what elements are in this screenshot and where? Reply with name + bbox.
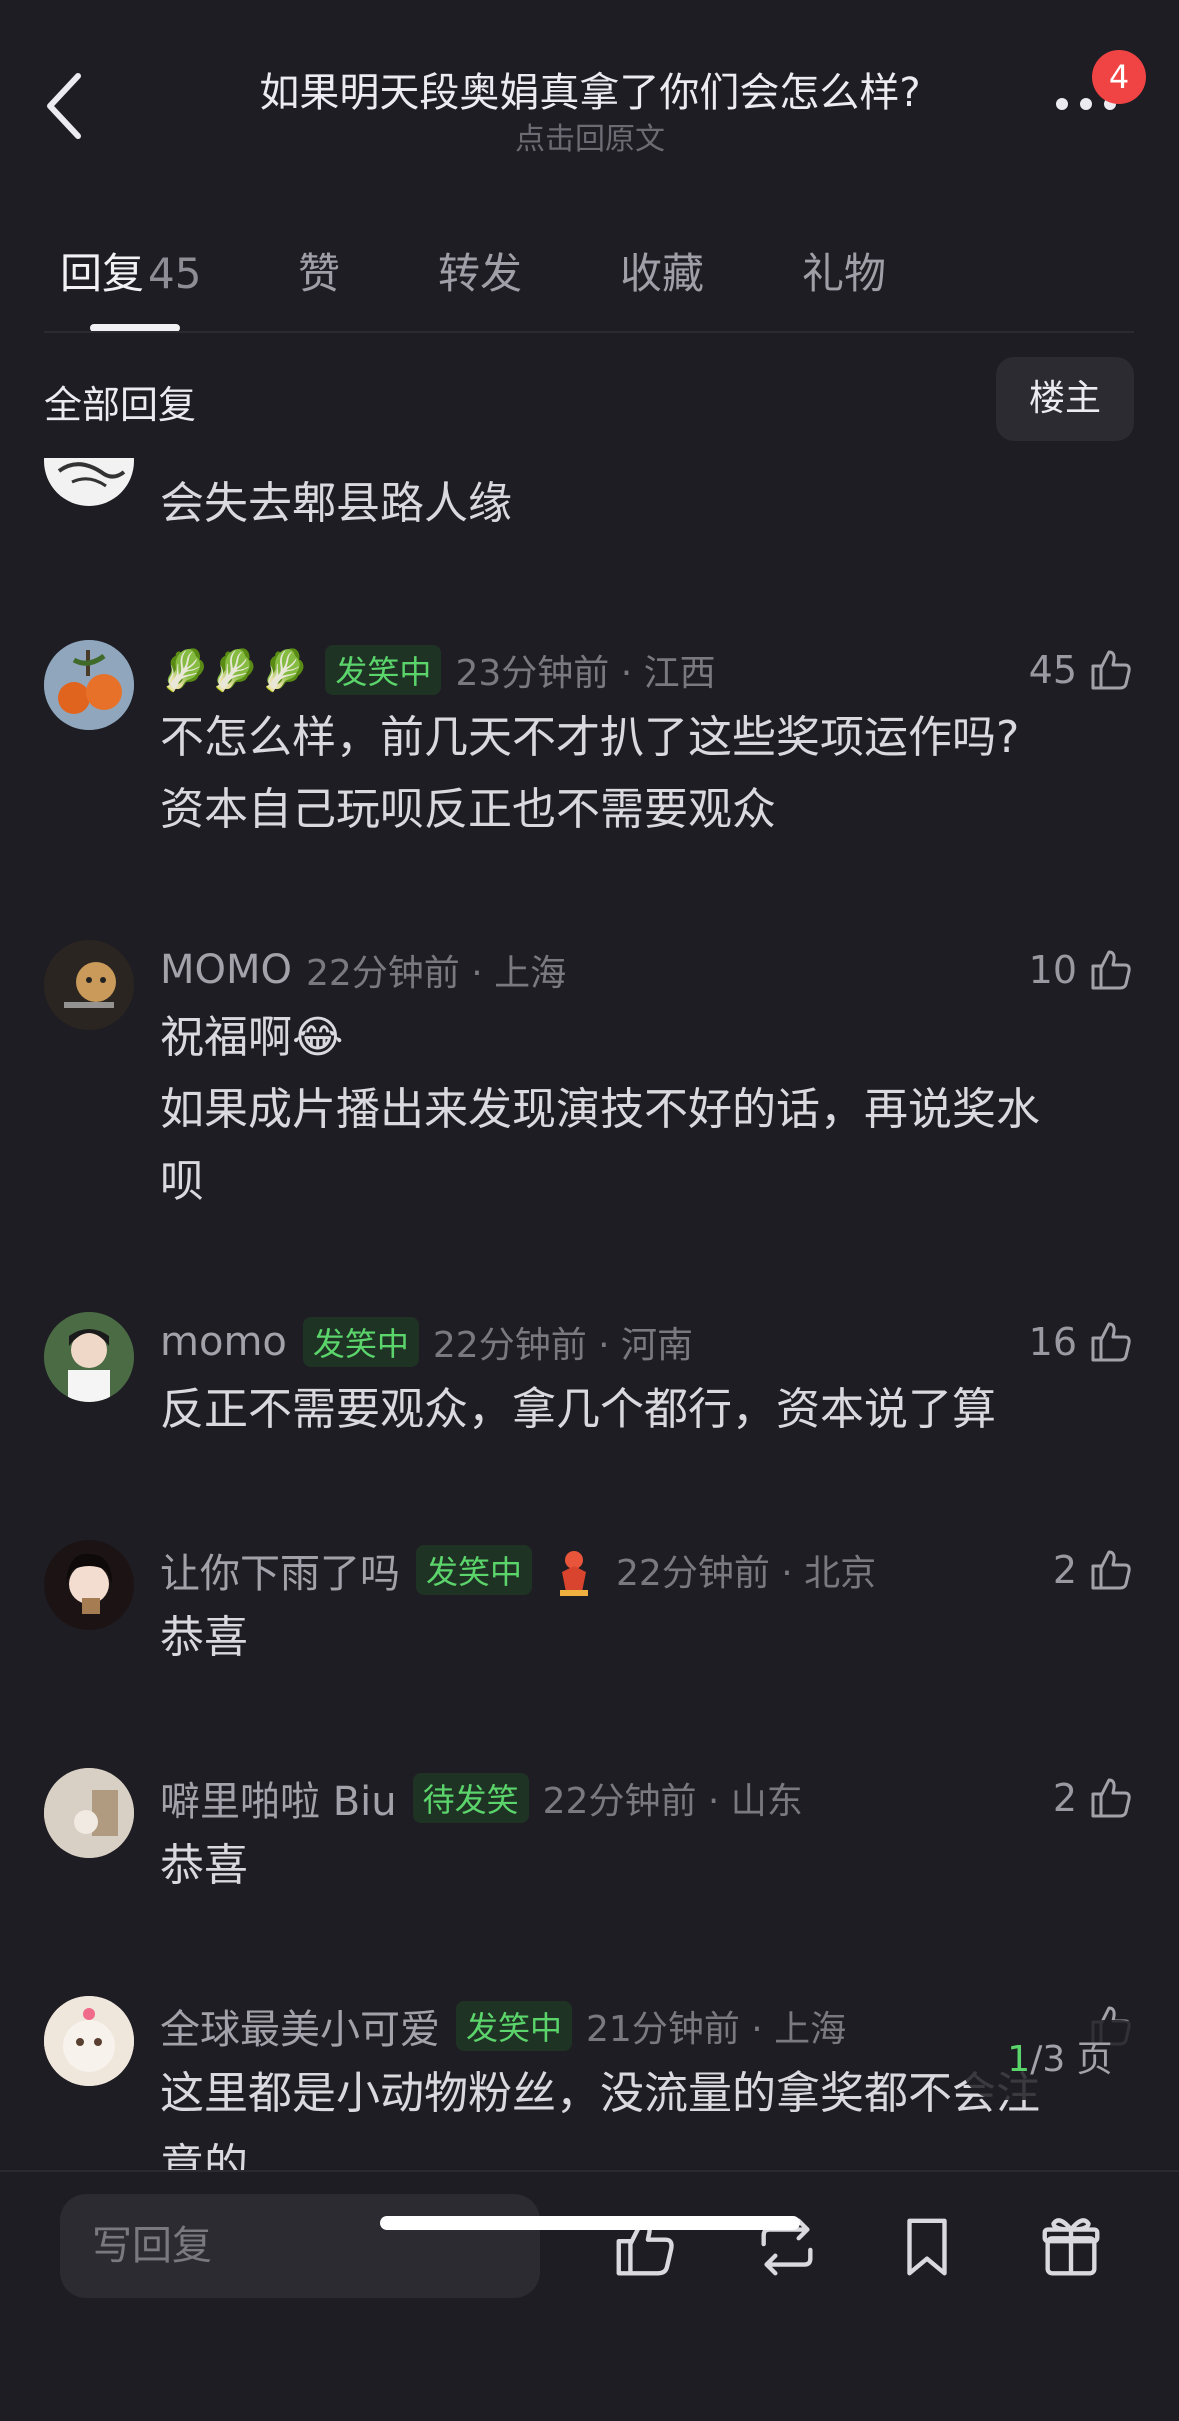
avatar[interactable] bbox=[44, 640, 134, 730]
nickname[interactable]: momo bbox=[160, 1319, 287, 1365]
back-icon[interactable] bbox=[36, 66, 96, 146]
top-bar: 如果明天段奥娟真拿了你们会怎么样? 点击回原文 4 bbox=[0, 0, 1179, 180]
tab-count: 45 bbox=[148, 249, 202, 298]
tab-favorites[interactable]: 收藏 bbox=[620, 240, 704, 301]
like-button[interactable]: 16 bbox=[1029, 1312, 1135, 1372]
medal-icon bbox=[560, 1551, 589, 1596]
like-count: 2 bbox=[1052, 1548, 1077, 1592]
comment-meta: MOMO 22分钟前 · 上海 bbox=[160, 940, 566, 1000]
nickname[interactable]: 让你下雨了吗 bbox=[160, 1541, 400, 1599]
total-pages: /3 页 bbox=[1030, 2039, 1113, 2080]
status-tag: 发笑中 bbox=[456, 2001, 573, 2051]
comment-meta: momo 发笑中 22分钟前 · 河南 bbox=[160, 1312, 693, 1372]
nickname[interactable]: 全球最美小可爱 bbox=[160, 1997, 440, 2055]
avatar[interactable] bbox=[44, 940, 134, 1030]
timestamp-location: 21分钟前 · 上海 bbox=[586, 2009, 847, 2050]
back-to-original-link[interactable]: 点击回原文 bbox=[160, 114, 1020, 158]
like-count: 2 bbox=[1052, 1776, 1077, 1820]
like-count: 10 bbox=[1028, 948, 1077, 992]
bottom-action-bar: 写回复 bbox=[0, 2170, 1179, 2421]
tab-reposts[interactable]: 转发 bbox=[438, 240, 522, 301]
thumb-up-icon bbox=[1091, 650, 1131, 690]
comment-text: 反正不需要观众，拿几个都行，资本说了算 bbox=[160, 1384, 996, 1435]
thumb-up-icon bbox=[1091, 950, 1131, 990]
like-button[interactable]: 2 bbox=[1053, 1540, 1135, 1600]
current-page: 1 bbox=[1007, 2039, 1031, 2080]
tab-label: 回复 bbox=[60, 249, 145, 298]
comment-text: 不怎么样，前几天不才扒了这些奖项运作吗? 资本自己玩呗反正也不需要观众 bbox=[160, 712, 1020, 835]
page-title: 如果明天段奥娟真拿了你们会怎么样? bbox=[259, 70, 921, 116]
status-tag: 发笑中 bbox=[302, 1317, 419, 1367]
tab-likes[interactable]: 赞 bbox=[298, 240, 340, 301]
avatar[interactable] bbox=[44, 1312, 134, 1402]
comment-text: 恭喜 bbox=[160, 1612, 248, 1663]
avatar[interactable] bbox=[44, 458, 134, 506]
nickname[interactable]: MOMO bbox=[160, 947, 292, 993]
thumb-up-icon bbox=[1091, 1778, 1131, 1818]
notification-badge: 4 bbox=[1092, 50, 1146, 104]
like-button[interactable]: 10 bbox=[1029, 940, 1135, 1000]
comment-text: 恭喜 bbox=[160, 1840, 248, 1891]
status-tag: 待发笑 bbox=[412, 1773, 529, 1823]
page-indicator[interactable]: 1/3 页 bbox=[960, 2020, 1160, 2100]
timestamp-location: 22分钟前 · 河南 bbox=[432, 1325, 694, 1366]
app-screen: 如果明天段奥娟真拿了你们会怎么样? 点击回原文 4 回复45 赞 转发 收藏 礼… bbox=[0, 0, 1179, 2421]
gift-icon[interactable] bbox=[1036, 2212, 1106, 2282]
nickname[interactable]: 噼里啪啦 Biu bbox=[160, 1769, 397, 1827]
all-replies-label: 全部回复 bbox=[44, 383, 197, 427]
status-tag: 发笑中 bbox=[416, 1545, 533, 1595]
thumb-up-icon bbox=[1091, 1550, 1131, 1590]
comment-meta: 噼里啪啦 Biu 待发笑 22分钟前 · 山东 bbox=[160, 1768, 803, 1828]
like-count: 16 bbox=[1028, 1320, 1077, 1364]
comment-meta: 🥬🥬🥬 发笑中 23分钟前 · 江西 bbox=[160, 640, 716, 700]
nickname[interactable]: 🥬🥬🥬 bbox=[160, 647, 309, 694]
timestamp-location: 23分钟前 · 江西 bbox=[455, 653, 716, 694]
comment-text: 祝福啊😂 如果成片播出来发现演技不好的话，再说奖水 呗 bbox=[160, 1012, 1040, 1207]
bookmark-icon[interactable] bbox=[892, 2212, 962, 2282]
like-count: 45 bbox=[1028, 648, 1077, 692]
timestamp-location: 22分钟前 · 山东 bbox=[542, 1781, 803, 1822]
tab-gifts[interactable]: 礼物 bbox=[802, 240, 886, 301]
comment-meta: 全球最美小可爱 发笑中 21分钟前 · 上海 bbox=[160, 1996, 846, 2056]
divider bbox=[44, 331, 1134, 333]
timestamp-location: 22分钟前 · 上海 bbox=[306, 953, 567, 994]
thumb-up-icon bbox=[1091, 1322, 1131, 1362]
home-indicator bbox=[380, 2216, 800, 2230]
tab-replies[interactable]: 回复45 bbox=[60, 240, 201, 301]
avatar[interactable] bbox=[44, 1996, 134, 2086]
reply-input[interactable]: 写回复 bbox=[60, 2194, 540, 2298]
avatar[interactable] bbox=[44, 1768, 134, 1858]
op-only-button[interactable]: 楼主 bbox=[996, 357, 1134, 441]
avatar[interactable] bbox=[44, 1540, 134, 1630]
timestamp-location: 22分钟前 · 北京 bbox=[616, 1553, 877, 1594]
comment-text: 会失去郫县路人缘 bbox=[160, 478, 512, 529]
like-button[interactable]: 45 bbox=[1029, 640, 1135, 700]
status-tag: 发笑中 bbox=[325, 645, 442, 695]
comment-list: 会失去郫县路人缘 🥬🥬🥬 发笑中 23分钟前 · 江西 45 不怎么样，前几天不… bbox=[0, 458, 1179, 2170]
comment-meta: 让你下雨了吗 发笑中 22分钟前 · 北京 bbox=[160, 1540, 876, 1600]
like-button[interactable]: 2 bbox=[1053, 1768, 1135, 1828]
tab-bar: 回复45 赞 转发 收藏 礼物 bbox=[0, 230, 1179, 332]
